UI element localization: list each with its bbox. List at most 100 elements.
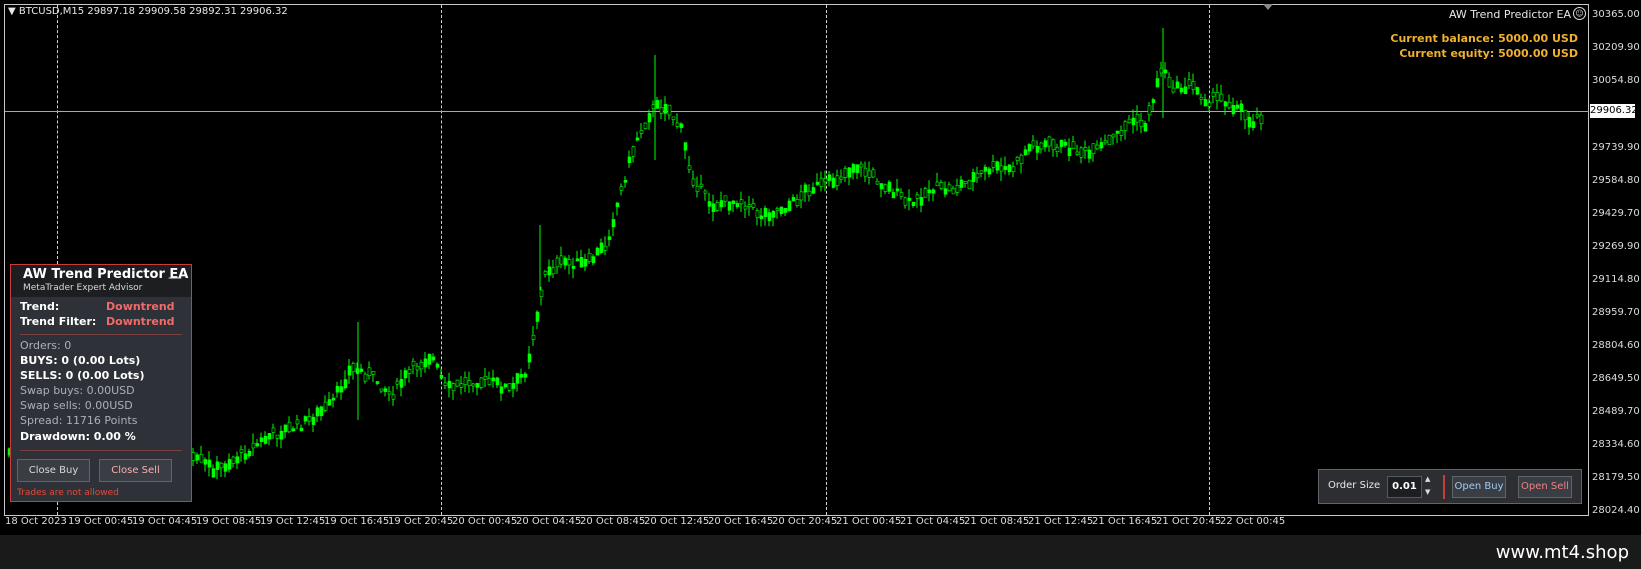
price-tick: 28959.70 xyxy=(1592,307,1640,318)
candle-body xyxy=(1195,87,1200,95)
candle-body xyxy=(399,378,404,388)
candle-body xyxy=(663,103,668,114)
candle-body xyxy=(1239,103,1244,112)
price-tick: 29269.90 xyxy=(1592,241,1640,252)
candle-body xyxy=(387,391,392,395)
candle-body xyxy=(795,199,800,206)
time-tick: 19 Oct 00:45 xyxy=(68,516,134,527)
candle-body xyxy=(631,146,636,157)
footer-bar: www.mt4.shop xyxy=(0,535,1641,569)
time-tick: 20 Oct 08:45 xyxy=(580,516,646,527)
candle-body xyxy=(955,185,960,193)
candle-body xyxy=(195,454,200,461)
candle-body xyxy=(1155,78,1160,88)
candle-body xyxy=(535,311,540,322)
candle-body xyxy=(811,187,816,194)
candle-body xyxy=(323,401,328,411)
candle-body xyxy=(699,183,704,187)
candle-body xyxy=(1095,144,1100,150)
candle-body xyxy=(1103,140,1108,144)
candle-body xyxy=(695,185,700,192)
candle-body xyxy=(1191,81,1196,90)
time-tick: 21 Oct 08:45 xyxy=(964,516,1030,527)
candle-body xyxy=(471,383,476,387)
candle-body xyxy=(751,203,756,208)
candle-body xyxy=(723,195,728,202)
candle-body xyxy=(1119,130,1124,136)
candle-body xyxy=(1175,81,1180,89)
smiley-icon[interactable]: ☺ xyxy=(1573,7,1586,20)
candle-body xyxy=(743,205,748,210)
candle-body xyxy=(1255,114,1260,118)
candle-body xyxy=(547,266,552,276)
spread: Spread: 11716 Points xyxy=(20,414,138,427)
candle-body xyxy=(815,181,820,185)
candle-body xyxy=(759,215,764,220)
chart-shift-marker[interactable] xyxy=(1263,4,1273,10)
candle-body xyxy=(487,378,492,385)
candle-body xyxy=(855,164,860,173)
candle-body xyxy=(539,289,544,298)
symbol-quote: BTCUSD,M15 29897.18 29909.58 29892.31 29… xyxy=(18,6,288,17)
time-tick: 21 Oct 20:45 xyxy=(1156,516,1222,527)
candle-body xyxy=(1091,143,1096,154)
spin-down-icon[interactable]: ▼ xyxy=(1425,488,1430,496)
ea-panel-header[interactable]: AW Trend Predictor EA MetaTrader Expert … xyxy=(11,265,191,297)
caret-down-icon[interactable]: ▼ xyxy=(8,6,16,17)
candle-body xyxy=(871,169,876,178)
candle-body xyxy=(415,365,420,371)
candle-body xyxy=(647,113,652,123)
candle-body xyxy=(863,167,868,177)
candle-body xyxy=(587,253,592,262)
candle-body xyxy=(443,382,448,386)
trend-filter-label: Trend Filter: xyxy=(20,315,97,328)
candle-body xyxy=(1131,117,1136,126)
candle-body xyxy=(703,190,708,194)
candle-body xyxy=(411,360,416,367)
time-tick: 19 Oct 12:45 xyxy=(260,516,326,527)
candle-body xyxy=(1111,133,1116,138)
candle-body xyxy=(1179,87,1184,93)
candle-body xyxy=(1135,114,1140,123)
time-tick: 21 Oct 00:45 xyxy=(836,516,902,527)
candle-body xyxy=(599,242,604,253)
candle-body xyxy=(303,416,308,422)
candlestick-series xyxy=(7,28,1264,480)
spin-up-icon[interactable]: ▲ xyxy=(1425,475,1430,483)
candle-body xyxy=(375,381,380,384)
candle-body xyxy=(491,377,496,382)
close-buy-button[interactable]: Close Buy xyxy=(17,459,90,482)
time-tick: 19 Oct 20:45 xyxy=(388,516,454,527)
candle-body xyxy=(771,210,776,218)
candle-body xyxy=(1071,141,1076,149)
candle-body xyxy=(511,382,516,389)
open-sell-button[interactable]: Open Sell xyxy=(1518,476,1572,498)
ea-panel-title: AW Trend Predictor EA xyxy=(23,267,189,282)
open-buy-button[interactable]: Open Buy xyxy=(1452,476,1506,498)
price-tick: 29739.90 xyxy=(1592,142,1640,153)
candle-body xyxy=(239,449,244,453)
trend-value: Downtrend xyxy=(106,300,175,313)
candle-body xyxy=(227,459,232,470)
candle-body xyxy=(1227,102,1232,109)
time-tick: 19 Oct 04:45 xyxy=(132,516,198,527)
candle-body xyxy=(563,257,568,266)
price-tick: 28024.40 xyxy=(1592,505,1640,516)
price-chart[interactable]: ▼ BTCUSD,M15 29897.18 29909.58 29892.31 … xyxy=(0,0,1641,535)
candle-body xyxy=(711,203,716,213)
candle-body xyxy=(643,122,648,129)
close-sell-button[interactable]: Close Sell xyxy=(99,459,172,482)
candle-body xyxy=(439,375,444,379)
candle-body xyxy=(1203,99,1208,107)
minimize-button[interactable]: — xyxy=(168,270,182,286)
candle-body xyxy=(507,383,512,391)
candle-body xyxy=(919,197,924,206)
candle-body xyxy=(403,370,408,379)
candle-body xyxy=(1183,86,1188,95)
order-size-input[interactable]: 0.01 xyxy=(1387,476,1422,498)
candle-body xyxy=(783,208,788,213)
candle-body xyxy=(287,421,292,433)
candle-body xyxy=(1167,76,1172,88)
candle-body xyxy=(1211,91,1216,97)
candle-body xyxy=(635,137,640,141)
